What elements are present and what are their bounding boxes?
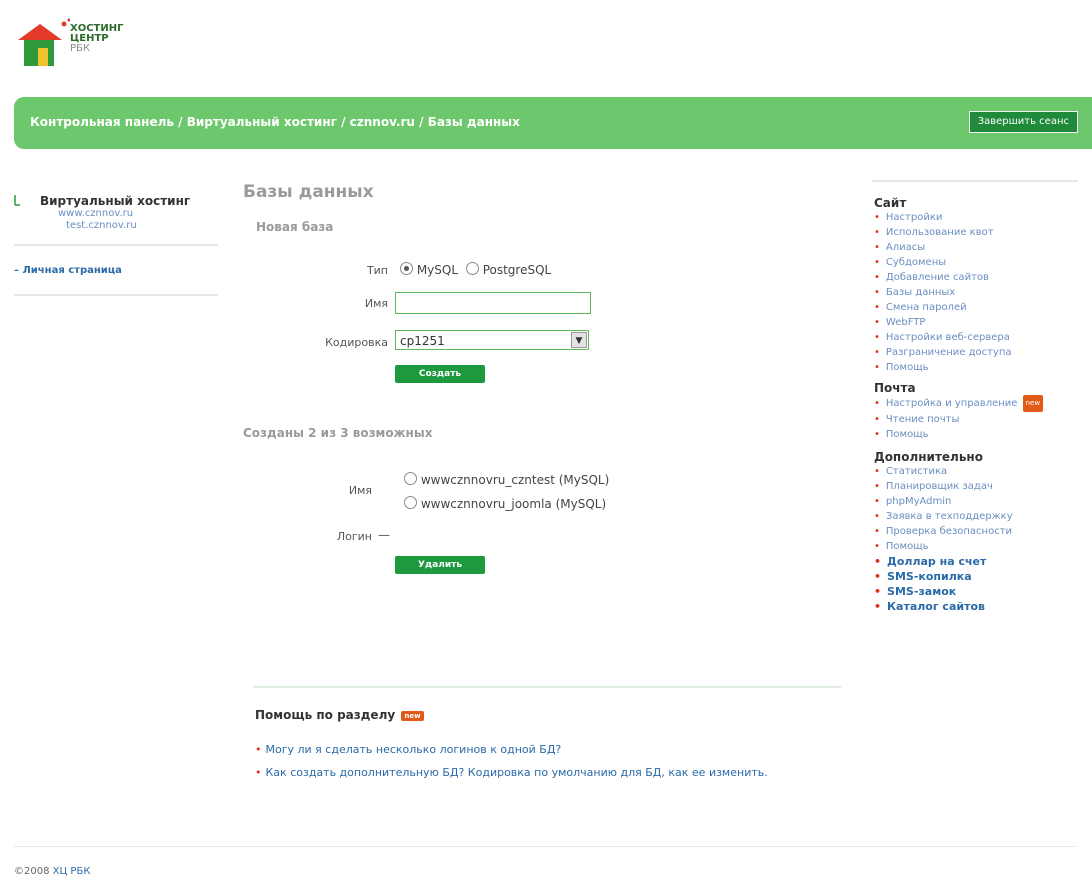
menu-item-extra-help[interactable]: Помощь	[874, 539, 1080, 554]
header-bar: Контрольная панель / Виртуальный хостинг…	[14, 97, 1092, 149]
page-title: Базы данных	[243, 182, 374, 202]
breadcrumb-virtual-hosting[interactable]: Виртуальный хостинг	[187, 115, 337, 129]
menu-item-mail-settings[interactable]: Настройка и управление new	[874, 395, 1080, 412]
db-item: wwwcznnovru_czntest (MySQL)	[404, 472, 609, 487]
divider	[253, 686, 841, 688]
menu-item-passwords[interactable]: Смена паролей	[874, 300, 1080, 315]
help-link[interactable]: • Как создать дополнительную БД? Кодировк…	[255, 766, 835, 779]
breadcrumb-control-panel[interactable]: Контрольная панель	[30, 115, 174, 129]
house-logo-icon	[18, 18, 70, 66]
site-menu: Настройки Использование квот Алиасы Субд…	[874, 210, 1080, 375]
mail-menu: Настройка и управление new Чтение почты …	[874, 395, 1080, 442]
login-label: Логин	[336, 530, 372, 543]
radio-postgresql-label: PostgreSQL	[482, 263, 552, 277]
radio-mysql-label: MySQL	[416, 263, 459, 277]
footer: ©2008 ХЦ РБК	[14, 866, 91, 877]
radio-db-joomla[interactable]	[404, 496, 417, 509]
type-radio-group: MySQL PostgreSQL	[400, 262, 551, 277]
db-item: wwwcznnovru_joomla (MySQL)	[404, 496, 606, 511]
sidebar-site-www[interactable]: www.cznnov.ru	[58, 208, 133, 219]
personal-page-link[interactable]: – Личная страница	[14, 265, 122, 276]
radio-postgresql[interactable]	[465, 262, 479, 275]
menu-item-dollar[interactable]: Доллар на счет	[874, 554, 1080, 569]
menu-item-phpmyadmin[interactable]: phpMyAdmin	[874, 494, 1080, 509]
logout-button[interactable]: Завершить сеанс	[968, 111, 1078, 133]
existing-db-section-title: Созданы 2 из 3 возможных	[243, 426, 433, 440]
logo[interactable]: ХОСТИНГ ЦЕНТР РБК	[14, 16, 154, 70]
divider	[14, 846, 1076, 847]
sidebar-hosting-title[interactable]: Виртуальный хостинг	[40, 194, 190, 208]
extra-menu: Статистика Планировщик задач phpMyAdmin …	[874, 464, 1080, 614]
new-badge: new	[1022, 395, 1044, 412]
radio-mysql[interactable]	[400, 262, 413, 275]
help-link[interactable]: • Могу ли я сделать несколько логинов к о…	[255, 743, 835, 756]
menu-item-access[interactable]: Разграничение доступа	[874, 345, 1080, 360]
footer-link[interactable]: ХЦ РБК	[53, 866, 91, 877]
create-button[interactable]: Создать	[395, 365, 485, 383]
menu-item-aliases[interactable]: Алиасы	[874, 240, 1080, 255]
menu-item-read-mail[interactable]: Чтение почты	[874, 412, 1080, 427]
menu-item-stats[interactable]: Статистика	[874, 464, 1080, 479]
encoding-label: Кодировка	[325, 336, 388, 349]
menu-item-scheduler[interactable]: Планировщик задач	[874, 479, 1080, 494]
radio-db-czntest[interactable]	[404, 472, 417, 485]
delete-button[interactable]: Удалить	[395, 556, 485, 574]
mail-section-title: Почта	[874, 381, 916, 395]
db-name-input[interactable]	[395, 292, 591, 314]
divider	[14, 244, 218, 246]
menu-item-webserver[interactable]: Настройки веб-сервера	[874, 330, 1080, 345]
breadcrumb-databases: Базы данных	[427, 115, 520, 129]
menu-item-webftp[interactable]: WebFTP	[874, 315, 1080, 330]
breadcrumb-domain[interactable]: cznnov.ru	[350, 115, 415, 129]
existing-name-label: Имя	[348, 484, 372, 497]
type-label: Тип	[366, 264, 388, 277]
menu-item-settings[interactable]: Настройки	[874, 210, 1080, 225]
encoding-select[interactable]: cp1251 ▼	[395, 330, 589, 350]
help-section-title: Помощь по разделу new	[255, 708, 424, 722]
menu-item-subdomains[interactable]: Субдомены	[874, 255, 1080, 270]
divider	[872, 180, 1078, 182]
chevron-down-icon[interactable]: ▼	[571, 332, 587, 348]
folder-tree-icon	[14, 195, 20, 206]
extra-section-title: Дополнительно	[874, 450, 983, 464]
menu-item-mail-help[interactable]: Помощь	[874, 427, 1080, 442]
menu-item-security[interactable]: Проверка безопасности	[874, 524, 1080, 539]
new-db-section-title: Новая база	[256, 220, 334, 234]
sidebar-site-test[interactable]: test.cznnov.ru	[66, 220, 137, 231]
menu-item-sms-piggy[interactable]: SMS-копилка	[874, 569, 1080, 584]
menu-item-quota[interactable]: Использование квот	[874, 225, 1080, 240]
menu-item-add-sites[interactable]: Добавление сайтов	[874, 270, 1080, 285]
site-section-title: Сайт	[874, 196, 907, 210]
menu-item-site-help[interactable]: Помощь	[874, 360, 1080, 375]
menu-item-support[interactable]: Заявка в техподдержку	[874, 509, 1080, 524]
new-badge: new	[401, 711, 424, 721]
login-value: —	[378, 528, 390, 542]
menu-item-catalog[interactable]: Каталог сайтов	[874, 599, 1080, 614]
breadcrumb: Контрольная панель / Виртуальный хостинг…	[30, 115, 520, 129]
menu-item-databases[interactable]: Базы данных	[874, 285, 1080, 300]
name-label: Имя	[364, 297, 388, 310]
logo-text: ХОСТИНГ ЦЕНТР РБК	[70, 23, 124, 54]
divider	[14, 294, 218, 296]
menu-item-sms-lock[interactable]: SMS-замок	[874, 584, 1080, 599]
